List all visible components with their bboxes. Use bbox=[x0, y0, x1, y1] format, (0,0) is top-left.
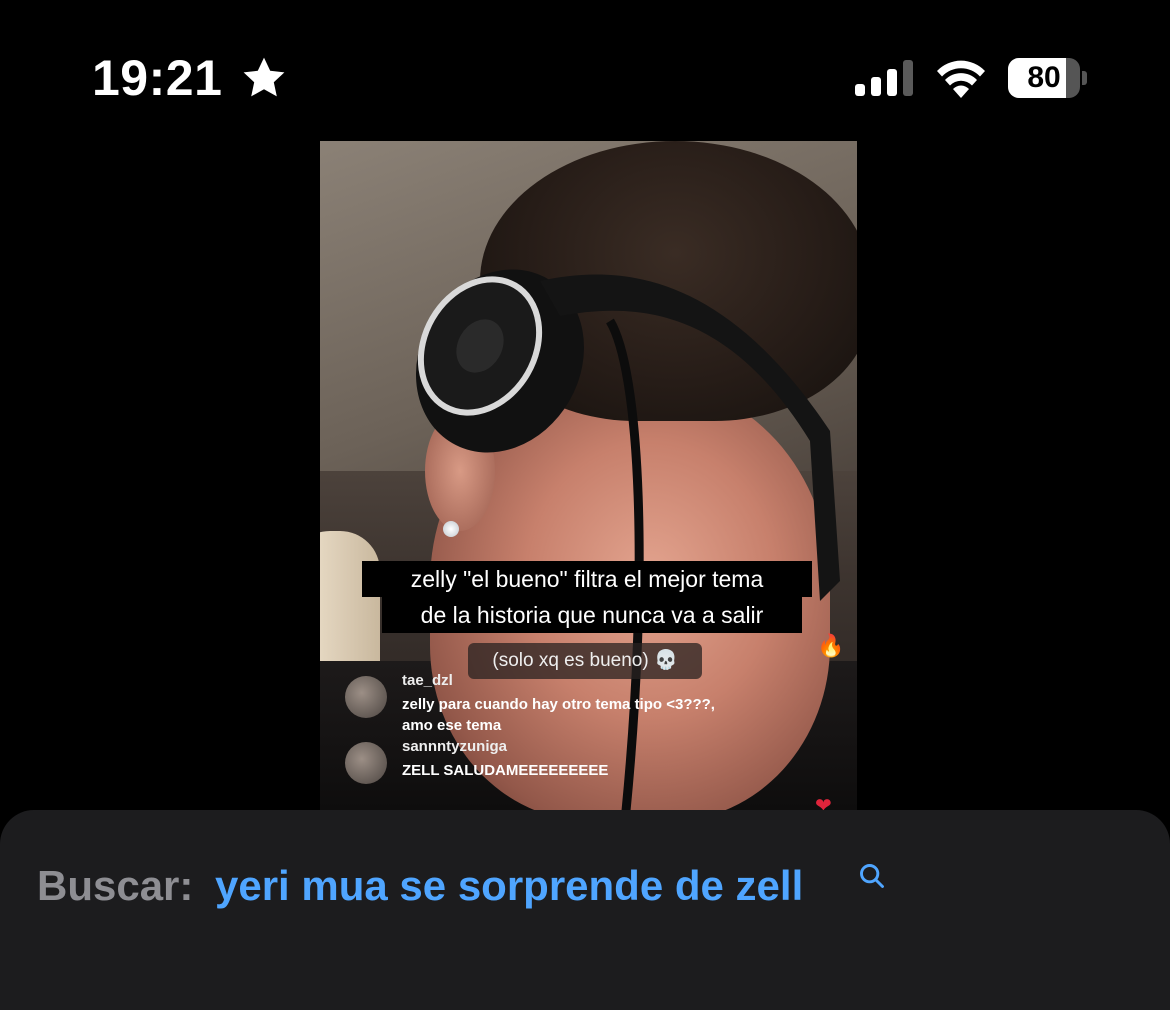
battery-icon: 80 bbox=[1008, 58, 1087, 98]
battery-body: 80 bbox=[1008, 58, 1080, 98]
battery-cap bbox=[1082, 71, 1087, 85]
search-label: Buscar: bbox=[37, 862, 194, 909]
avatar bbox=[345, 742, 387, 784]
fire-icon: 🔥 bbox=[817, 633, 845, 658]
comment-username: sannntyzuniga bbox=[402, 738, 508, 755]
star-icon bbox=[243, 57, 285, 97]
avatar bbox=[345, 676, 387, 718]
battery-percent: 80 bbox=[1027, 61, 1061, 94]
wifi-icon bbox=[937, 60, 985, 98]
heart-icon: ❤ bbox=[815, 795, 832, 810]
status-time: 19:21 bbox=[92, 50, 223, 106]
search-icon[interactable] bbox=[858, 862, 886, 890]
signal-icon bbox=[855, 60, 913, 96]
caption-subtext: (solo xq es bueno) 💀 bbox=[468, 643, 702, 679]
search-sheet[interactable]: Buscar: yeri mua se sorprende de zell bbox=[0, 810, 1170, 1010]
search-query-link[interactable]: yeri mua se sorprende de zell bbox=[215, 862, 803, 910]
caption-line-2: de la historia que nunca va a salir bbox=[382, 597, 802, 633]
comment-username: tae_dzl bbox=[402, 672, 453, 689]
status-bar: 19:21 80 bbox=[0, 0, 1170, 140]
video-player[interactable]: zelly "el bueno" filtra el mejor tema de… bbox=[320, 141, 857, 810]
caption-line-1: zelly "el bueno" filtra el mejor tema bbox=[362, 561, 812, 597]
comment-message: ZELL SALUDAMEEEEEEEEE bbox=[402, 762, 609, 779]
comment-message: zelly para cuando hay otro tema tipo <3?… bbox=[402, 696, 715, 734]
